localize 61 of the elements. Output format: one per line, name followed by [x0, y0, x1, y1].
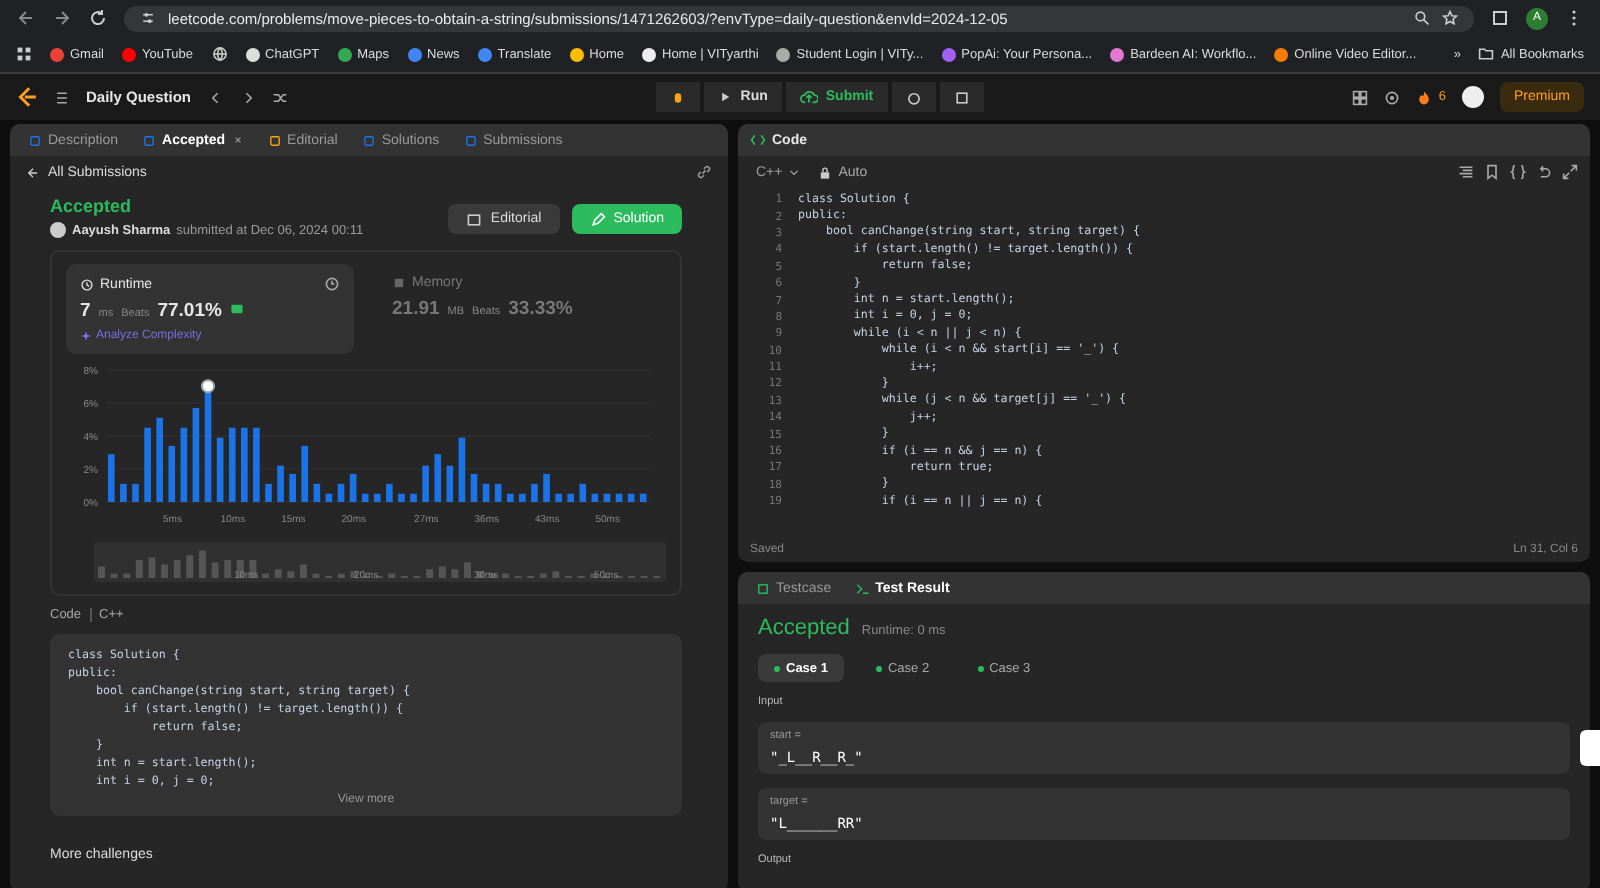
- link-icon[interactable]: [696, 164, 712, 180]
- leetcode-logo-icon[interactable]: [16, 86, 38, 108]
- history-icon[interactable]: [324, 276, 340, 292]
- debug-button[interactable]: [656, 82, 701, 112]
- edit-icon[interactable]: [589, 211, 606, 227]
- back-arrow-icon[interactable]: [26, 165, 40, 179]
- play-icon[interactable]: [718, 90, 733, 104]
- forward-arrow-icon[interactable]: [52, 8, 72, 28]
- extensions-icon[interactable]: [1490, 8, 1510, 28]
- chip-icon[interactable]: [392, 276, 406, 290]
- settings-icon[interactable]: [1384, 89, 1401, 105]
- notes-button[interactable]: [939, 82, 984, 112]
- tab-icon[interactable]: [28, 133, 42, 147]
- chevron-down-icon[interactable]: [788, 166, 801, 178]
- list-icon[interactable]: [54, 89, 70, 105]
- memory-value: 21.91: [392, 298, 440, 320]
- folder-icon[interactable]: [1478, 46, 1495, 62]
- expand-icon[interactable]: [1562, 164, 1578, 180]
- cloud-upload-icon[interactable]: [799, 88, 818, 106]
- book-icon[interactable]: [466, 211, 483, 227]
- undo-icon[interactable]: [1536, 164, 1552, 180]
- badge-icon[interactable]: [229, 302, 244, 316]
- bookmark-icon[interactable]: [1484, 164, 1500, 180]
- beats-percentage: 33.33%: [508, 298, 573, 320]
- site-settings-icon[interactable]: [140, 10, 156, 26]
- layout-icon[interactable]: [1352, 89, 1369, 105]
- tab-icon[interactable]: [142, 133, 157, 147]
- reload-icon[interactable]: [88, 8, 108, 28]
- user-avatar[interactable]: [1461, 86, 1484, 108]
- submission-status: Accepted: [50, 196, 134, 216]
- globe-icon[interactable]: [211, 46, 228, 62]
- result-status: Accepted: [758, 616, 850, 640]
- beats-percentage: 77.01%: [157, 300, 222, 322]
- timer-button[interactable]: [891, 82, 936, 112]
- code-icon[interactable]: [750, 132, 766, 148]
- star-icon[interactable]: [1442, 10, 1458, 26]
- zoom-icon[interactable]: [1414, 10, 1430, 26]
- tab-icon[interactable]: [361, 133, 376, 147]
- tab-icon[interactable]: [267, 133, 282, 147]
- bug-icon[interactable]: [670, 89, 687, 105]
- previous-chevron-icon[interactable]: [207, 89, 224, 105]
- flame-icon[interactable]: [1416, 89, 1433, 105]
- runtime-value: 7: [80, 300, 91, 322]
- user-avatar: [50, 222, 66, 238]
- alarm-clock-icon[interactable]: [905, 89, 922, 105]
- shuffle-icon[interactable]: [271, 89, 288, 105]
- braces-icon[interactable]: [1510, 164, 1526, 180]
- apps-grid-icon[interactable]: [16, 46, 32, 62]
- terminal-icon[interactable]: [855, 581, 870, 595]
- lock-icon[interactable]: [818, 165, 833, 179]
- note-icon[interactable]: [953, 89, 970, 105]
- hover-marker: [201, 379, 215, 394]
- checkbox-icon[interactable]: [756, 581, 770, 595]
- tab-icon[interactable]: [463, 133, 478, 147]
- histogram-bar[interactable]: [204, 388, 212, 502]
- side-widget-button[interactable]: [1580, 730, 1600, 766]
- close-icon[interactable]: [231, 134, 244, 146]
- sparkle-icon[interactable]: [80, 330, 92, 342]
- clock-icon[interactable]: [80, 277, 94, 291]
- back-arrow-icon[interactable]: [16, 8, 36, 28]
- format-icon[interactable]: [1458, 164, 1474, 180]
